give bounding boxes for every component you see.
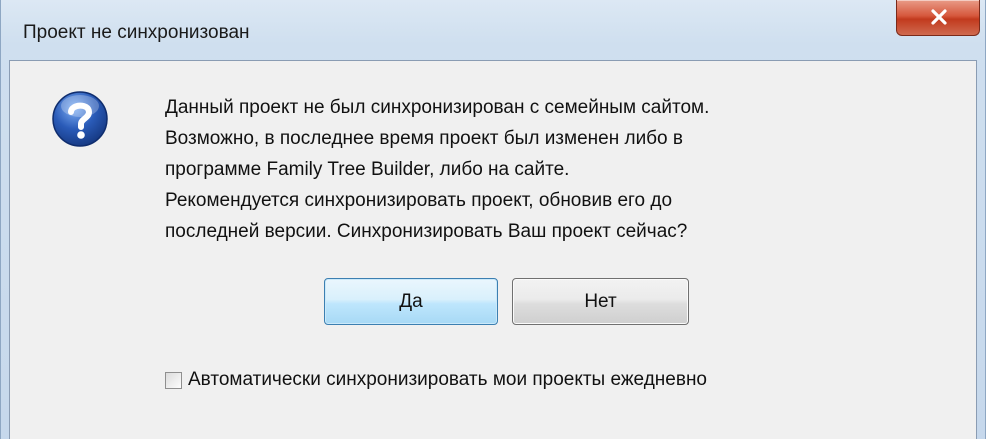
dialog-window: Проект не синхронизован Данный проект не… bbox=[0, 0, 986, 439]
message-line: Возможно, в последнее время проект был и… bbox=[165, 128, 684, 149]
question-icon bbox=[52, 91, 108, 147]
message-line: программе Family Tree Builder, либо на с… bbox=[165, 159, 570, 180]
close-icon bbox=[931, 9, 947, 25]
message-line: Данный проект не был синхронизирован с с… bbox=[165, 97, 710, 118]
auto-sync-option[interactable]: Автоматически синхронизировать мои проек… bbox=[165, 368, 707, 392]
window-title: Проект не синхронизован bbox=[23, 22, 250, 43]
message-text: Данный проект не был синхронизирован с с… bbox=[165, 92, 905, 247]
dialog-body: Данный проект не был синхронизирован с с… bbox=[9, 60, 977, 439]
auto-sync-checkbox[interactable] bbox=[165, 371, 182, 389]
no-button[interactable]: Нет bbox=[512, 278, 689, 325]
close-button[interactable] bbox=[896, 0, 980, 36]
title-bar[interactable]: Проект не синхронизован bbox=[1, 0, 985, 60]
message-line: последней версии. Синхронизировать Ваш п… bbox=[165, 221, 688, 242]
auto-sync-label: Автоматически синхронизировать мои проек… bbox=[188, 369, 708, 390]
message-line: Рекомендуется синхронизировать проект, о… bbox=[165, 190, 673, 211]
yes-button[interactable]: Да bbox=[324, 278, 498, 325]
